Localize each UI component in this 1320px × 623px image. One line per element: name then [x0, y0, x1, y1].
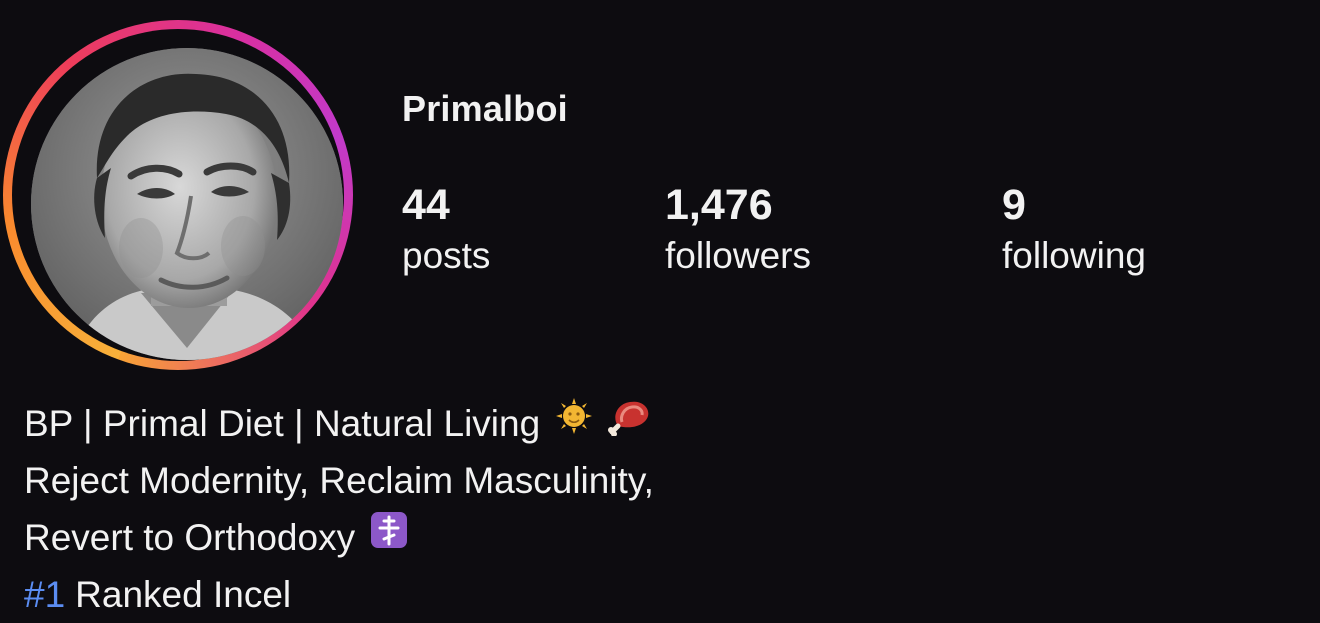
bio-text-3: Revert to Orthodoxy	[24, 517, 356, 558]
bio-text-2: Reject Modernity, Reclaim Masculinity,	[24, 460, 654, 501]
bio-line-1: BP | Primal Diet | Natural Living	[24, 395, 654, 452]
posts-count: 44	[402, 181, 450, 229]
bio: BP | Primal Diet | Natural Living Reject…	[24, 395, 654, 623]
avatar[interactable]	[31, 48, 343, 360]
following-stat[interactable]: 9 following	[1002, 180, 1146, 278]
username: Primalboi	[402, 88, 568, 129]
bio-text-1: BP | Primal Diet | Natural Living	[24, 403, 541, 444]
posts-stat[interactable]: 44 posts	[402, 180, 490, 278]
bio-line-3: Revert to Orthodoxy	[24, 509, 654, 566]
followers-stat[interactable]: 1,476 followers	[665, 180, 811, 278]
story-ring[interactable]	[3, 20, 353, 370]
meat-on-bone-icon	[608, 395, 654, 452]
followers-label: followers	[665, 235, 811, 276]
hashtag-link[interactable]: #1	[24, 566, 65, 623]
sun-with-face-icon	[554, 395, 594, 452]
profile-photo-icon	[31, 48, 343, 360]
bio-line-2: Reject Modernity, Reclaim Masculinity,	[24, 452, 654, 509]
following-count: 9	[1002, 181, 1026, 229]
profile-header: Primalboi 44 posts 1,476 followers 9 fol…	[0, 0, 1320, 616]
followers-count: 1,476	[665, 181, 773, 229]
orthodox-cross-icon	[369, 509, 409, 566]
posts-label: posts	[402, 235, 491, 276]
following-label: following	[1002, 235, 1146, 276]
bio-line-4: #1 Ranked Incel	[24, 566, 654, 623]
bio-text-4: Ranked Incel	[75, 574, 292, 615]
